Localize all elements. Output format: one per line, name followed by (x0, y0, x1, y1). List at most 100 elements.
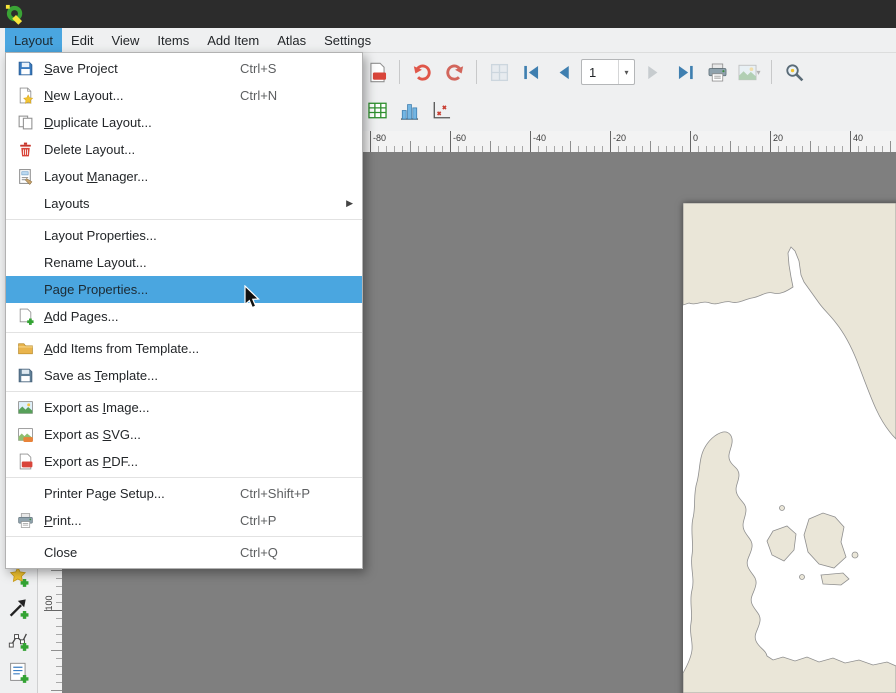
menu-item-label: Layouts (44, 196, 240, 211)
redo-icon (444, 62, 465, 83)
menubar-item-atlas[interactable]: Atlas (268, 28, 315, 52)
first-feature-button[interactable] (517, 58, 545, 86)
menu-item-new-layout[interactable]: New Layout...Ctrl+N (6, 82, 362, 109)
add-html-icon (8, 662, 29, 683)
last-feature-icon (675, 62, 696, 83)
atlas-settings-button[interactable] (780, 58, 808, 86)
blank-icon (14, 484, 36, 504)
menubar-item-settings[interactable]: Settings (315, 28, 380, 52)
blank-icon (14, 253, 36, 273)
menu-item-label: Save as Template... (44, 368, 240, 383)
menu-item-label: Export as SVG... (44, 427, 240, 442)
ruler-tick (450, 131, 451, 152)
menu-item-export-as-svg[interactable]: Export as SVG... (6, 421, 362, 448)
layout-page[interactable] (683, 203, 896, 693)
undo-button[interactable] (408, 58, 436, 86)
save-project-icon (14, 59, 36, 79)
title-bar (0, 0, 896, 28)
menubar-item-add-item[interactable]: Add Item (198, 28, 268, 52)
menu-item-save-project[interactable]: Save ProjectCtrl+S (6, 55, 362, 82)
export-as-pdf-button[interactable] (363, 58, 391, 86)
menu-item-export-as-image[interactable]: Export as Image... (6, 394, 362, 421)
menu-separator (6, 391, 362, 392)
chevron-down-icon[interactable]: ▾ (618, 60, 634, 84)
add-arrow-button[interactable] (5, 595, 32, 621)
layout-manager-icon (14, 167, 36, 187)
menu-separator (6, 219, 362, 220)
add-node-item-icon (8, 630, 29, 651)
add-html-button[interactable] (5, 659, 32, 685)
table-icon (367, 100, 388, 121)
menu-item-layout-manager[interactable]: Layout Manager... (6, 163, 362, 190)
histogram-icon (399, 100, 420, 121)
menu-item-label: Delete Layout... (44, 142, 240, 157)
menu-item-save-as-template[interactable]: Save as Template... (6, 362, 362, 389)
ruler-label: 20 (773, 133, 783, 143)
menu-item-rename-layout[interactable]: Rename Layout... (6, 249, 362, 276)
blank-icon (14, 194, 36, 214)
table-button[interactable] (363, 96, 391, 124)
ruler-label: -40 (533, 133, 546, 143)
menu-item-label: Duplicate Layout... (44, 115, 240, 130)
ruler-tick (690, 131, 691, 152)
menu-item-shortcut: Ctrl+N (240, 88, 356, 103)
previous-feature-button[interactable] (549, 58, 577, 86)
secondary-toolbar (363, 91, 455, 129)
atlas-toolbar: 1▾▾ (363, 53, 808, 91)
histogram-button[interactable] (395, 96, 423, 124)
blank-icon (14, 280, 36, 300)
atlas-settings-icon (784, 62, 805, 83)
save-template-icon (14, 366, 36, 386)
undo-icon (412, 62, 433, 83)
toolbar-separator (771, 60, 772, 84)
menu-separator (6, 536, 362, 537)
layout-menu: Save ProjectCtrl+SNew Layout...Ctrl+NDup… (5, 52, 363, 569)
menu-item-label: Print... (44, 513, 240, 528)
ruler-label: -20 (613, 133, 626, 143)
menu-item-close[interactable]: CloseCtrl+Q (6, 539, 362, 566)
last-feature-button[interactable] (671, 58, 699, 86)
menu-item-add-items-from-template[interactable]: Add Items from Template... (6, 335, 362, 362)
print-atlas-button[interactable] (703, 58, 731, 86)
ruler-label: 40 (853, 133, 863, 143)
qgis-logo-icon (4, 3, 27, 26)
new-layout-icon (14, 86, 36, 106)
menu-item-export-as-pdf[interactable]: Export as PDF... (6, 448, 362, 475)
menu-item-delete-layout[interactable]: Delete Layout... (6, 136, 362, 163)
menu-item-add-pages[interactable]: Add Pages... (6, 303, 362, 330)
menu-item-layout-properties[interactable]: Layout Properties... (6, 222, 362, 249)
menubar-item-layout[interactable]: Layout (5, 28, 62, 52)
scatter-plot-button[interactable] (427, 96, 455, 124)
menu-item-printer-page-setup[interactable]: Printer Page Setup...Ctrl+Shift+P (6, 480, 362, 507)
add-node-item-button[interactable] (5, 627, 32, 653)
export-atlas-button[interactable]: ▾ (735, 58, 763, 86)
menu-item-page-properties[interactable]: Page Properties... (6, 276, 362, 303)
ruler-label: 0 (693, 133, 698, 143)
toolbar-separator (399, 60, 400, 84)
menubar-item-edit[interactable]: Edit (62, 28, 102, 52)
menu-item-shortcut: Ctrl+P (240, 513, 356, 528)
next-feature-icon (643, 62, 664, 83)
menu-item-print[interactable]: Print...Ctrl+P (6, 507, 362, 534)
menu-item-layouts[interactable]: Layouts▶ (6, 190, 362, 217)
menu-item-label: Close (44, 545, 240, 560)
export-atlas-icon (737, 62, 758, 83)
menubar-item-view[interactable]: View (102, 28, 148, 52)
atlas-feature-combo[interactable]: 1▾ (581, 59, 635, 85)
menu-item-label: Export as PDF... (44, 454, 240, 469)
ruler-label: -60 (453, 133, 466, 143)
next-feature-button[interactable] (639, 58, 667, 86)
ruler-tick (610, 131, 611, 152)
print-atlas-icon (707, 62, 728, 83)
menu-item-duplicate-layout[interactable]: Duplicate Layout... (6, 109, 362, 136)
menu-item-label: Rename Layout... (44, 255, 240, 270)
menu-item-label: Printer Page Setup... (44, 486, 240, 501)
menu-item-label: New Layout... (44, 88, 240, 103)
redo-button[interactable] (440, 58, 468, 86)
preview-atlas-button[interactable] (485, 58, 513, 86)
scatter-plot-icon (431, 100, 452, 121)
delete-layout-icon (14, 140, 36, 160)
add-arrow-icon (8, 598, 29, 619)
menubar-item-items[interactable]: Items (148, 28, 198, 52)
export-pdf-icon (367, 62, 388, 83)
